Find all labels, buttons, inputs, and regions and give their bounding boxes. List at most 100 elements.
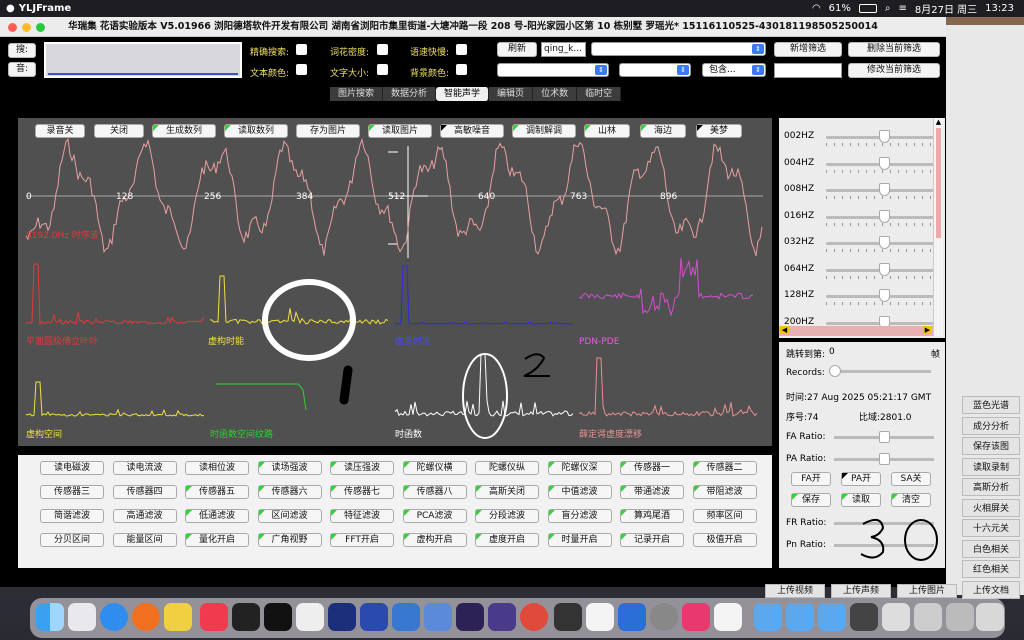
tab-temp-space[interactable]: 临时空 (577, 87, 622, 101)
function-button-32[interactable]: 量化开启 (185, 533, 249, 547)
pa-ratio-knob[interactable] (879, 453, 890, 465)
activity-icon[interactable] (232, 603, 260, 631)
eq-vertical-scrollbar[interactable]: ▲ (933, 118, 943, 336)
function-button-5[interactable]: 陀螺仪横 (402, 461, 467, 475)
function-button-15[interactable]: 传感器八 (402, 485, 467, 499)
search-icon[interactable]: ⌕ (885, 3, 891, 14)
window-thumb-3-icon[interactable] (914, 603, 942, 631)
function-button-20[interactable]: 简谐滤波 (40, 509, 104, 523)
add-filter-button[interactable]: 新增筛选 (774, 42, 842, 57)
read-image-button[interactable]: 读取图片 (368, 124, 432, 138)
documents-folder-icon[interactable] (818, 603, 846, 631)
close-scope-button[interactable]: 关闭 (94, 124, 144, 138)
tab-image-search[interactable]: 图片搜索 (330, 87, 384, 101)
minimize-window-button[interactable] (22, 23, 31, 32)
upload-button-0[interactable]: 上传视频 (765, 584, 825, 598)
upload-button-1[interactable]: 上传声频 (831, 584, 891, 598)
scroll-right-arrow-icon[interactable]: ▶ (923, 326, 932, 334)
zoom-window-button[interactable] (36, 23, 45, 32)
scroll-left-arrow-icon[interactable]: ◀ (780, 326, 789, 334)
search-label-button[interactable]: 搜: (8, 43, 36, 58)
apple-icon[interactable]: ● (6, 3, 15, 14)
function-button-24[interactable]: 特征滤波 (330, 509, 394, 523)
photos-icon[interactable] (164, 603, 192, 631)
pa-on-button[interactable]: PA开 (841, 472, 881, 486)
finder-icon[interactable] (36, 603, 64, 631)
seaside-button[interactable]: 海边 (640, 124, 686, 138)
fa-ratio-knob[interactable] (879, 431, 890, 443)
function-button-36[interactable]: 虚度开启 (475, 533, 539, 547)
music-icon[interactable] (200, 603, 228, 631)
records-slider-knob[interactable] (829, 365, 841, 377)
side-button-7[interactable]: 白色相关 (962, 539, 1020, 558)
word-density-toggle[interactable] (377, 44, 388, 55)
function-button-23[interactable]: 区间滤波 (257, 509, 322, 523)
eq-band-knob[interactable] (879, 236, 890, 249)
function-button-37[interactable]: 时量开启 (547, 533, 612, 547)
tab-numeric[interactable]: 位术数 (533, 87, 578, 101)
textedit-icon[interactable] (586, 603, 614, 631)
close-window-button[interactable] (8, 23, 17, 32)
function-button-38[interactable]: 记录开启 (620, 533, 684, 547)
function-button-33[interactable]: 广角视野 (257, 533, 322, 547)
side-button-1[interactable]: 成分分析 (962, 416, 1020, 435)
filter-combo-2[interactable]: ⇕ (497, 63, 609, 77)
java-icon[interactable] (714, 603, 742, 631)
upload-button-2[interactable]: 上传图片 (897, 584, 957, 598)
side-button-0[interactable]: 蓝色光谱 (962, 396, 1020, 414)
tab-smart-acoustics[interactable]: 智能声学 (436, 87, 490, 101)
kclu-icon[interactable] (328, 603, 356, 631)
function-button-8[interactable]: 传感器一 (620, 461, 684, 475)
fa-on-button[interactable]: FA开 (791, 472, 831, 486)
eclipse-space-icon[interactable] (488, 603, 516, 631)
speed-toggle[interactable] (456, 44, 467, 55)
function-button-21[interactable]: 高通滤波 (112, 509, 177, 523)
function-button-18[interactable]: 带通滤波 (620, 485, 684, 499)
function-button-0[interactable]: 读电磁波 (40, 461, 104, 475)
modify-filter-button[interactable]: 修改当前筛选 (848, 63, 940, 78)
side-button-9[interactable]: 上传文档 (962, 580, 1020, 599)
intellij-icon[interactable] (682, 603, 710, 631)
high-sensitivity-noise-button[interactable]: 高敏噪音 (440, 124, 504, 138)
side-button-3[interactable]: 读取录制 (962, 457, 1020, 476)
read-sequence-button[interactable]: 读取数列 (224, 124, 288, 138)
filter-value-input[interactable] (774, 63, 842, 78)
function-button-10[interactable]: 传感器三 (40, 485, 104, 499)
eq-band-knob[interactable] (879, 209, 890, 223)
side-button-2[interactable]: 保存该图 (962, 437, 1020, 455)
function-button-14[interactable]: 传感器七 (330, 485, 394, 499)
scroll-up-arrow-icon[interactable]: ▲ (934, 118, 943, 128)
delete-filter-button[interactable]: 删除当前筛选 (848, 42, 940, 57)
function-button-39[interactable]: 极值开启 (692, 533, 757, 547)
chrome-icon[interactable] (520, 603, 548, 631)
menubar-time[interactable]: 13:23 (985, 3, 1014, 14)
function-button-6[interactable]: 陀螺仪纵 (475, 461, 539, 475)
function-button-7[interactable]: 陀螺仪深 (547, 461, 612, 475)
function-button-19[interactable]: 带阻滤波 (692, 485, 757, 499)
records-slider[interactable] (829, 365, 931, 377)
launchpad-icon[interactable] (68, 603, 96, 631)
preview-icon[interactable] (424, 603, 452, 631)
read-record-button[interactable]: 读取 (841, 493, 881, 507)
function-button-25[interactable]: PCA滤波 (402, 509, 467, 523)
eq-band-knob[interactable] (879, 156, 890, 170)
function-button-2[interactable]: 读相位波 (185, 461, 249, 475)
modulation-button[interactable]: 调制解调 (512, 124, 576, 138)
tab-data-analysis[interactable]: 数据分析 (383, 87, 437, 101)
font-size-toggle[interactable] (377, 64, 388, 75)
filter-combo-1[interactable]: ⇕ (591, 42, 766, 56)
battery-percent[interactable]: 61% (829, 3, 851, 14)
sa-off-button[interactable]: SA关 (891, 472, 931, 486)
window-thumb-icon[interactable] (850, 603, 878, 631)
shield-app-icon[interactable] (360, 603, 388, 631)
user-field[interactable]: qing_k... (541, 42, 586, 57)
function-button-9[interactable]: 传感器二 (692, 461, 757, 475)
forest-button[interactable]: 山林 (584, 124, 630, 138)
sound-label-button[interactable]: 音: (8, 62, 36, 77)
eq-band-knob[interactable] (879, 183, 890, 196)
eq-band-knob[interactable] (879, 289, 890, 302)
firefox-icon[interactable] (132, 603, 160, 631)
function-button-29[interactable]: 频率区间 (692, 509, 757, 523)
eq-horizontal-scrollbar[interactable]: ◀ ▶ (779, 326, 933, 336)
side-button-8[interactable]: 红色相关 (962, 560, 1020, 578)
